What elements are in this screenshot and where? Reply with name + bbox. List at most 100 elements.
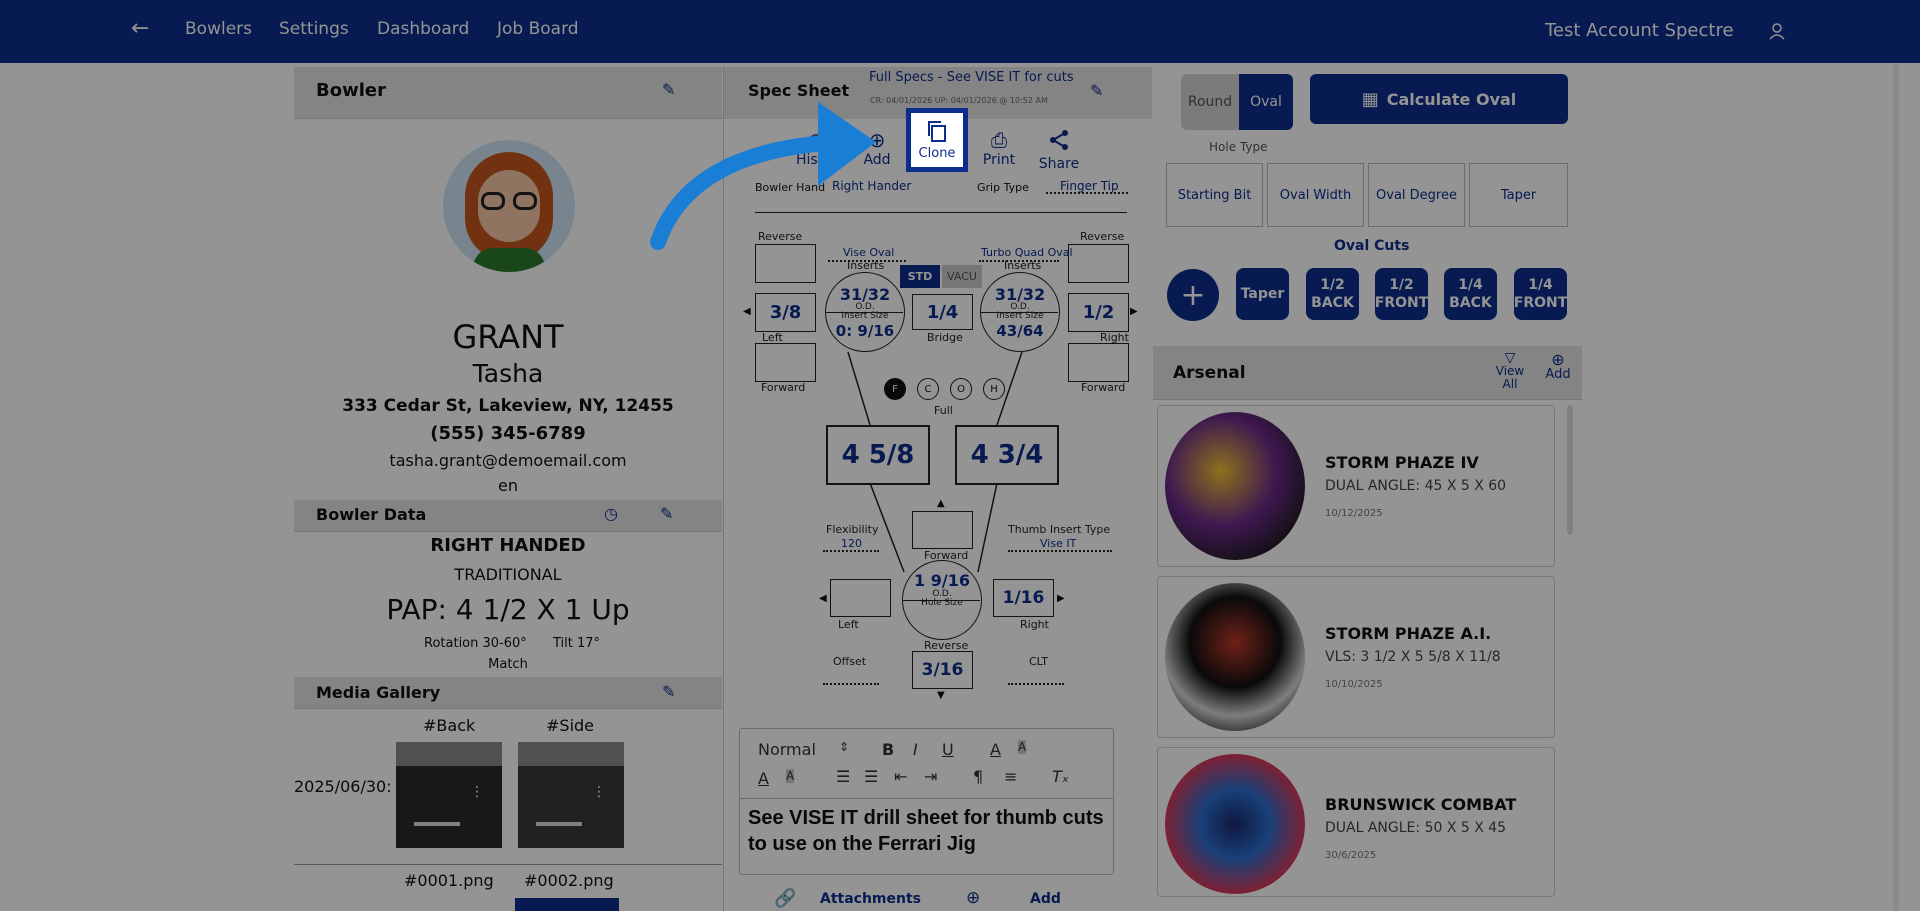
arsenal-ball-card[interactable]: BRUNSWICK COMBAT DUAL ANGLE: 50 X 5 X 45… — [1157, 747, 1555, 897]
left-lateral-box[interactable]: 3/8 — [755, 293, 816, 332]
right-insert-size-label: Insert Size — [996, 311, 1044, 321]
clone-button[interactable]: Clone — [911, 113, 963, 167]
user-icon[interactable] — [1768, 22, 1786, 40]
more-vert-icon[interactable]: ⋮ — [592, 784, 606, 800]
bowler-match: Match — [488, 657, 528, 672]
cut-quarter-front[interactable]: 1/4 FRONT — [1514, 268, 1567, 320]
media-divider — [294, 864, 722, 865]
cut-quarter-back[interactable]: 1/4 BACK — [1444, 268, 1497, 320]
media-file-2-preview[interactable] — [515, 898, 619, 911]
flexibility-underline — [823, 550, 879, 552]
edit-media-icon[interactable]: ✎ — [662, 682, 675, 701]
media-thumb-back[interactable]: ⋮ — [396, 742, 502, 848]
nav-job-board[interactable]: Job Board — [497, 19, 579, 39]
text-color-icon[interactable]: A — [758, 769, 769, 788]
right-reverse-box[interactable] — [1068, 244, 1129, 283]
std-toggle[interactable]: STD — [900, 265, 940, 288]
arsenal-scrollbar[interactable] — [1567, 405, 1573, 535]
clear-format-icon[interactable]: Tₓ — [1052, 767, 1069, 786]
notes-editor[interactable]: Normal ⇕ B I U A A A A ☰ ☰ ⇤ ⇥ ¶ ≡ Tₓ Se… — [739, 728, 1114, 875]
add-attachment-label[interactable]: Add — [1030, 891, 1061, 907]
thumb-forward-box[interactable] — [912, 511, 973, 549]
cut-half-front[interactable]: 1/2 FRONT — [1375, 268, 1428, 320]
add-attachment-icon[interactable]: ⊕ — [966, 888, 980, 908]
left-inserts-label: Inserts — [847, 259, 885, 272]
bowler-hand: RIGHT HANDED — [430, 535, 586, 556]
offset-underline — [823, 683, 879, 685]
nav-bowlers[interactable]: Bowlers — [185, 19, 252, 39]
indent-icon[interactable]: ⇥ — [924, 767, 937, 786]
select-chevron-icon: ⇕ — [839, 740, 850, 754]
media-gallery-title: Media Gallery — [316, 683, 441, 702]
page-scrollbar[interactable] — [1893, 63, 1899, 911]
outdent-icon[interactable]: ⇤ — [894, 767, 907, 786]
arsenal-ball-card[interactable]: STORM PHAZE A.I. VLS: 3 1/2 X 5 5/8 X 11… — [1157, 576, 1555, 738]
highlight-icon[interactable]: A — [1018, 740, 1027, 754]
history-clock-icon[interactable]: ◷ — [604, 504, 618, 523]
thumb-left-box[interactable] — [830, 579, 891, 617]
background-color-icon[interactable]: A — [786, 769, 795, 783]
bullet-list-icon[interactable]: ☰ — [864, 767, 878, 786]
underline-icon[interactable]: U — [942, 740, 954, 759]
bowler-address: 333 Cedar St, Lakeview, NY, 12455 — [342, 396, 674, 416]
cut-half-back[interactable]: 1/2 BACK — [1306, 268, 1359, 320]
more-vert-icon[interactable]: ⋮ — [470, 784, 484, 800]
bowler-pap: PAP: 4 1/2 X 1 Up — [386, 593, 630, 626]
view-all-button[interactable]: ▽ View All — [1493, 351, 1527, 391]
thumb-up-arrow-icon: ▲ — [937, 498, 945, 509]
cut-taper[interactable]: Taper — [1236, 268, 1289, 320]
oval-toggle[interactable]: Oval — [1239, 74, 1293, 130]
bridge-box[interactable]: 1/4 — [912, 294, 973, 330]
ordered-list-icon[interactable]: ☰ — [836, 767, 850, 786]
share-button[interactable]: Share — [1033, 128, 1085, 172]
italic-icon[interactable]: I — [913, 740, 918, 759]
round-toggle[interactable]: Round — [1181, 74, 1239, 130]
edit-spec-icon[interactable]: ✎ — [1090, 81, 1103, 100]
add-ball-button[interactable]: ⊕ Add — [1543, 352, 1573, 383]
oval-cuts-title: Oval Cuts — [1334, 238, 1410, 254]
calculate-oval-label: Calculate Oval — [1386, 89, 1517, 109]
taper-cell[interactable]: Taper — [1469, 163, 1568, 227]
print-icon: ⎙ — [991, 128, 1007, 152]
vacu-toggle[interactable]: VACU — [942, 265, 982, 288]
arsenal-header: Arsenal ▽ View All ⊕ Add — [1153, 346, 1582, 400]
media-file-2[interactable]: #0002.png — [524, 871, 614, 890]
starting-bit-cell[interactable]: Starting Bit — [1166, 163, 1263, 227]
share-label: Share — [1038, 156, 1080, 172]
calculate-oval-button[interactable]: ▦ Calculate Oval — [1310, 74, 1568, 124]
add-cut-button[interactable]: + — [1167, 269, 1219, 321]
ball-image — [1165, 412, 1305, 560]
align-icon[interactable]: ≡ — [1004, 767, 1017, 786]
ball-name: BRUNSWICK COMBAT — [1325, 795, 1517, 814]
tag-side: #Side — [546, 716, 595, 735]
bowler-style: TRADITIONAL — [454, 565, 562, 584]
thumb-right-box[interactable]: 1/16 — [993, 579, 1054, 617]
print-button[interactable]: ⎙ Print — [973, 128, 1025, 168]
right-lateral-box[interactable]: 1/2 — [1068, 293, 1129, 332]
bowler-first-name: Tasha — [472, 359, 544, 388]
notes-content[interactable]: See VISE IT drill sheet for thumb cuts t… — [748, 805, 1108, 857]
bold-icon[interactable]: B — [882, 740, 894, 759]
bridge-label: Bridge — [927, 331, 963, 344]
thumb-insert-label: Thumb Insert Type — [1008, 523, 1111, 536]
account-name[interactable]: Test Account Spectre — [1545, 20, 1734, 41]
add-ball-label: Add — [1545, 367, 1571, 382]
right-span-box[interactable]: 4 3/4 — [955, 425, 1059, 485]
back-arrow-icon[interactable]: ← — [131, 16, 149, 41]
right-inserts-label: Inserts — [1004, 259, 1042, 272]
media-thumb-side[interactable]: ⋮ — [518, 742, 624, 848]
thumb-reverse-box[interactable]: 3/16 — [912, 651, 973, 689]
cut-half-front-size: 1/2 — [1389, 277, 1414, 293]
font-color-icon[interactable]: A — [990, 740, 1001, 759]
media-file-1[interactable]: #0001.png — [404, 871, 494, 890]
copy-icon — [928, 121, 946, 142]
nav-dashboard[interactable]: Dashboard — [377, 19, 469, 39]
text-direction-icon[interactable]: ¶ — [973, 767, 983, 786]
arsenal-ball-card[interactable]: STORM PHAZE IV DUAL ANGLE: 45 X 5 X 60 1… — [1157, 405, 1555, 567]
left-span-box[interactable]: 4 5/8 — [826, 425, 930, 485]
text-style-select[interactable]: Normal — [758, 740, 816, 759]
oval-width-cell[interactable]: Oval Width — [1267, 163, 1364, 227]
oval-degree-cell[interactable]: Oval Degree — [1368, 163, 1465, 227]
edit-bowler-data-icon[interactable]: ✎ — [660, 504, 673, 523]
nav-settings[interactable]: Settings — [279, 19, 349, 39]
